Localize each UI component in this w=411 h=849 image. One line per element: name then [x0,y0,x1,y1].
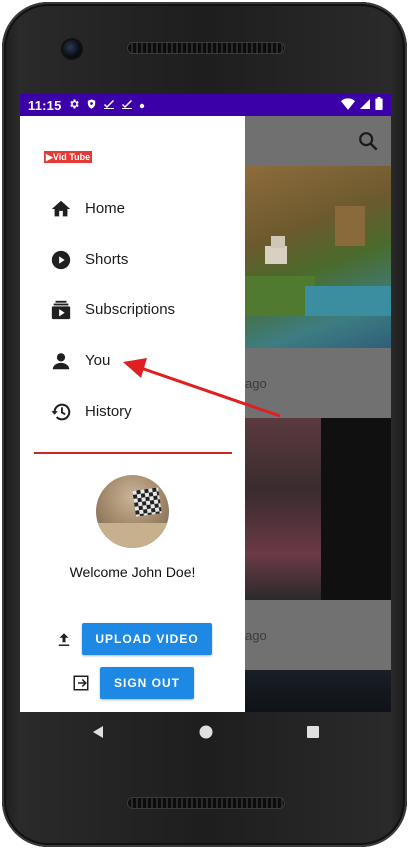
gear-icon [68,98,80,112]
drawer-divider [34,452,232,454]
nav-item-shorts[interactable]: Shorts [20,240,245,280]
play-circle-icon [51,250,71,270]
upload-icon [58,633,70,646]
subscriptions-icon [51,300,71,320]
top-speaker [128,43,284,53]
bottom-speaker [128,798,284,808]
system-navigation-bar [20,712,391,754]
home-icon [51,200,71,217]
shield-icon [86,98,97,112]
home-button-icon[interactable] [198,724,214,740]
nav-item-label: You [85,352,111,369]
video-thumbnail[interactable] [245,418,391,600]
video-age: ago [245,628,267,643]
nav-item-history[interactable]: History [20,392,245,432]
dot-icon [139,99,145,111]
app-logo: ▶Vid Tube [44,151,93,163]
nav-item-subscriptions[interactable]: Subscriptions [20,290,245,330]
nav-item-label: Shorts [85,251,129,268]
video-age: ago [245,376,267,391]
upload-video-button[interactable]: UPLOAD VIDEO [82,623,212,655]
status-right-icons [341,97,383,113]
front-camera [63,40,81,58]
welcome-text: Welcome John Doe! [69,564,196,580]
video-info: ago [245,600,391,670]
nav-item-home[interactable]: Home [20,189,245,229]
nav-item-you[interactable]: You [20,341,245,381]
phone-frame: 11:15 ago ago ▶Vid Tube Home Shorts Subs… [0,0,411,849]
nav-item-label: Subscriptions [85,301,176,318]
history-icon [51,403,71,421]
check-icon [121,98,133,112]
sign-out-icon [73,675,89,691]
nav-item-label: Home [85,200,126,217]
status-left-icons [68,98,145,112]
video-thumbnail[interactable] [245,166,391,348]
status-time: 11:15 [28,97,62,113]
sign-out-button[interactable]: SIGN OUT [100,667,194,699]
video-info: ago [245,348,391,418]
wifi-icon [341,97,355,113]
screen: 11:15 ago ago ▶Vid Tube Home Shorts Subs… [20,94,391,712]
battery-icon [375,97,383,113]
check-icon [103,98,115,112]
nav-item-label: History [85,403,132,420]
navigation-drawer: ▶Vid Tube Home Shorts Subscriptions You … [20,116,245,712]
avatar [96,475,169,548]
search-icon[interactable] [357,130,379,152]
person-icon [52,353,70,370]
back-icon[interactable] [90,724,106,740]
status-bar: 11:15 [20,94,391,116]
recents-icon[interactable] [305,724,321,740]
video-thumbnail[interactable] [245,670,391,712]
signal-icon [359,98,371,113]
